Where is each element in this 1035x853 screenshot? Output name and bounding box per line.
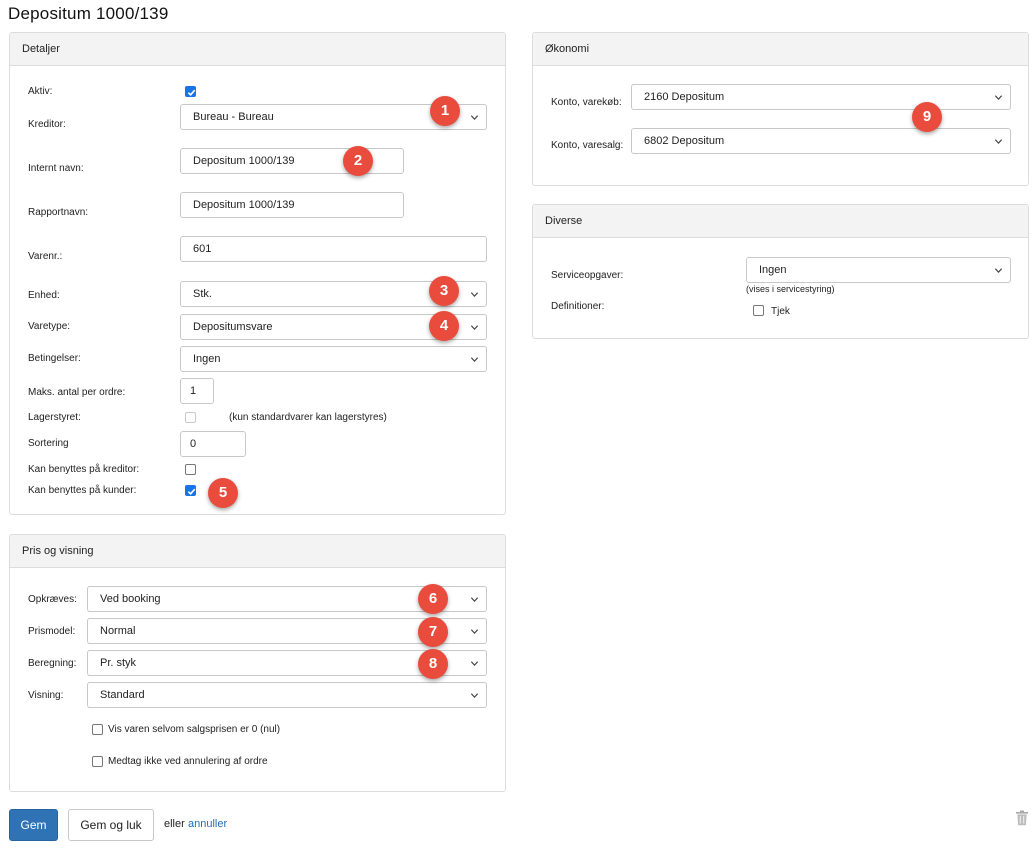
vis-varen-checkbox[interactable] bbox=[92, 724, 103, 735]
maks-antal-label: Maks. antal per ordre: bbox=[28, 387, 126, 398]
visning-select[interactable]: Standard bbox=[87, 682, 487, 708]
serviceopgaver-select[interactable]: Ingen bbox=[746, 257, 1011, 283]
annotation-badge-1: 1 bbox=[430, 96, 460, 126]
chevron-down-icon bbox=[470, 113, 479, 122]
economy-panel: Økonomi Konto, varekøb: 2160 Depositum K… bbox=[532, 32, 1029, 186]
checkmark-icon bbox=[187, 89, 196, 97]
pricing-panel-header: Pris og visning bbox=[10, 535, 505, 568]
tjek-label: Tjek bbox=[771, 306, 790, 317]
economy-panel-header: Økonomi bbox=[533, 33, 1028, 66]
beregning-value: Pr. styk bbox=[100, 657, 137, 669]
varetype-label: Varetype: bbox=[28, 321, 71, 332]
konto-varesalg-value: 6802 Depositum bbox=[644, 135, 725, 147]
kan-kunder-label: Kan benyttes på kunder: bbox=[28, 485, 137, 496]
kan-kreditor-label: Kan benyttes på kreditor: bbox=[28, 464, 140, 475]
opkraeves-label: Opkræves: bbox=[28, 594, 77, 605]
medtag-ikke-checkbox[interactable] bbox=[92, 756, 103, 767]
konto-varekob-label: Konto, varekøb: bbox=[551, 97, 622, 108]
chevron-down-icon bbox=[994, 266, 1003, 275]
varetype-value: Depositumsvare bbox=[193, 321, 273, 333]
chevron-down-icon bbox=[470, 323, 479, 332]
annotation-badge-5: 5 bbox=[208, 478, 238, 508]
lagerstyret-checkbox[interactable] bbox=[185, 412, 196, 423]
rapportnavn-label: Rapportnavn: bbox=[28, 207, 89, 218]
chevron-down-icon bbox=[470, 627, 479, 636]
enhed-value: Stk. bbox=[193, 288, 212, 300]
misc-panel: Diverse Serviceopgaver: Ingen (vises i s… bbox=[532, 204, 1029, 339]
checkmark-icon bbox=[187, 488, 196, 496]
definitioner-label: Definitioner: bbox=[551, 301, 605, 312]
aktiv-checkbox[interactable] bbox=[185, 86, 196, 97]
chevron-down-icon bbox=[470, 595, 479, 604]
medtag-ikke-label: Medtag ikke ved annulering af ordre bbox=[108, 756, 268, 767]
maks-antal-input[interactable]: 1 bbox=[180, 378, 214, 404]
save-and-close-button[interactable]: Gem og luk bbox=[68, 809, 154, 841]
betingelser-label: Betingelser: bbox=[28, 353, 81, 364]
trash-icon[interactable] bbox=[1015, 810, 1029, 826]
sortering-input[interactable]: 0 bbox=[180, 431, 246, 457]
lagerstyret-label: Lagerstyret: bbox=[28, 412, 81, 423]
beregning-label: Beregning: bbox=[28, 658, 77, 669]
or-text: eller bbox=[164, 818, 185, 830]
annotation-badge-4: 4 bbox=[429, 311, 459, 341]
chevron-down-icon bbox=[470, 355, 479, 364]
chevron-down-icon bbox=[470, 691, 479, 700]
varenr-label: Varenr.: bbox=[28, 251, 63, 262]
serviceopgaver-hint: (vises i servicestyring) bbox=[746, 284, 835, 294]
annotation-badge-2: 2 bbox=[343, 146, 373, 176]
details-panel-header: Detaljer bbox=[10, 33, 505, 66]
lagerstyret-hint: (kun standardvarer kan lagerstyres) bbox=[229, 412, 387, 423]
aktiv-label: Aktiv: bbox=[28, 86, 53, 97]
save-button[interactable]: Gem bbox=[9, 809, 58, 841]
annotation-badge-7: 7 bbox=[418, 617, 448, 647]
misc-panel-header: Diverse bbox=[533, 205, 1028, 238]
varenr-input[interactable]: 601 bbox=[180, 236, 487, 262]
betingelser-value: Ingen bbox=[193, 353, 221, 365]
kreditor-label: Kreditor: bbox=[28, 119, 66, 130]
kan-kreditor-checkbox[interactable] bbox=[185, 464, 196, 475]
opkraeves-value: Ved booking bbox=[100, 593, 161, 605]
serviceopgaver-value: Ingen bbox=[759, 264, 787, 276]
annotation-badge-6: 6 bbox=[418, 584, 448, 614]
chevron-down-icon bbox=[470, 290, 479, 299]
konto-varesalg-select[interactable]: 6802 Depositum bbox=[631, 128, 1011, 154]
konto-varesalg-label: Konto, varesalg: bbox=[551, 140, 624, 151]
kreditor-value: Bureau - Bureau bbox=[193, 111, 274, 123]
tjek-checkbox[interactable] bbox=[753, 305, 764, 316]
kan-kunder-checkbox[interactable] bbox=[185, 485, 196, 496]
serviceopgaver-label: Serviceopgaver: bbox=[551, 270, 624, 281]
internt-navn-label: Internt navn: bbox=[28, 163, 84, 174]
konto-varekob-value: 2160 Depositum bbox=[644, 91, 725, 103]
enhed-label: Enhed: bbox=[28, 290, 60, 301]
annotation-badge-9: 9 bbox=[912, 102, 942, 132]
betingelser-select[interactable]: Ingen bbox=[180, 346, 487, 372]
prismodel-label: Prismodel: bbox=[28, 626, 76, 637]
prismodel-value: Normal bbox=[100, 625, 136, 637]
chevron-down-icon bbox=[994, 93, 1003, 102]
rapportnavn-input[interactable]: Depositum 1000/139 bbox=[180, 192, 404, 218]
annotation-badge-3: 3 bbox=[429, 276, 459, 306]
chevron-down-icon bbox=[994, 137, 1003, 146]
chevron-down-icon bbox=[470, 659, 479, 668]
visning-label: Visning: bbox=[28, 690, 64, 701]
visning-value: Standard bbox=[100, 689, 145, 701]
vis-varen-label: Vis varen selvom salgsprisen er 0 (nul) bbox=[108, 724, 281, 735]
cancel-link[interactable]: annuller bbox=[188, 818, 227, 830]
page-title: Depositum 1000/139 bbox=[8, 4, 169, 23]
sortering-label: Sortering bbox=[28, 438, 69, 449]
annotation-badge-8: 8 bbox=[418, 649, 448, 679]
konto-varekob-select[interactable]: 2160 Depositum bbox=[631, 84, 1011, 110]
